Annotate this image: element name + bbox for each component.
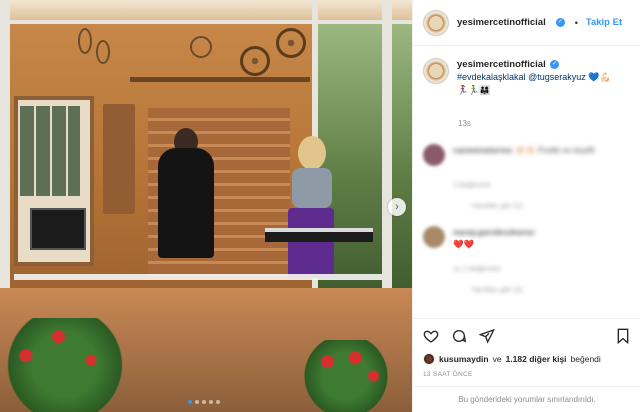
woman-leggings: [288, 208, 334, 278]
caption-text: yesimercetinofficial ✓ #evdekalaşklakal …: [457, 58, 611, 97]
comment: carmenstorres 👏🏻👏🏻 Pratik ve keyifli: [423, 144, 630, 166]
carousel-dot: [216, 400, 220, 404]
comment-text: 👏🏻👏🏻 Pratik ve keyifli: [514, 145, 595, 155]
likes-summary: kusumaydin ve 1.182 diğer kişi beğendi: [423, 353, 631, 365]
woman-head: [298, 136, 326, 170]
wooden-board: [103, 104, 135, 214]
door-glass: [20, 106, 80, 196]
wagon-wheel: [276, 28, 306, 58]
avatar[interactable]: [423, 226, 445, 248]
caption-time: 13s: [458, 119, 471, 128]
wall-shelf: [130, 77, 310, 82]
likes-suffix: beğendi: [570, 354, 601, 364]
avatar[interactable]: [423, 58, 449, 84]
comment: nuray.gorukcuhoroz ❤️❤️: [423, 226, 630, 250]
carousel-dot: [188, 400, 192, 404]
follow-button[interactable]: Takip Et: [586, 17, 622, 28]
racket: [78, 28, 92, 54]
carousel-dot: [209, 400, 213, 404]
comments-restricted-notice: Bu gönderideki yorumlar sınırlandırıldı.: [413, 386, 640, 412]
flower-pot-left: [0, 318, 130, 412]
treadmill: [265, 228, 373, 242]
verified-badge-icon: ✓: [550, 60, 560, 70]
action-icons: [423, 325, 631, 347]
woman-top: [292, 168, 332, 208]
comment-meta[interactable]: 1 beğenme: [453, 180, 630, 189]
header-username[interactable]: yesimercetinofficial: [457, 17, 546, 28]
post-time[interactable]: 13 SAAT ÖNCE: [423, 371, 631, 378]
comment-username[interactable]: carmenstorres: [453, 145, 512, 155]
man-figure: [158, 148, 214, 258]
caption: yesimercetinofficial ✓ #evdekalaşklakal …: [423, 58, 630, 97]
header-separator: •: [574, 17, 578, 28]
racket: [96, 40, 110, 64]
racket: [190, 36, 212, 58]
view-replies-link[interactable]: Yanıtları gör (2): [471, 285, 630, 294]
heart-icon[interactable]: [423, 328, 439, 344]
hashtag-link[interactable]: #evdekalaşklakal: [457, 72, 526, 82]
post-header: yesimercetinofficial ✓ • Takip Et: [413, 0, 640, 46]
avatar[interactable]: [423, 9, 449, 36]
comment-text: ❤️❤️: [453, 239, 475, 249]
share-icon[interactable]: [479, 328, 495, 344]
post-media-video[interactable]: ›: [0, 0, 412, 412]
carousel-next-button[interactable]: ›: [388, 198, 406, 216]
view-replies-link[interactable]: Yanıtları gör (1): [471, 201, 630, 210]
comment-meta[interactable]: 1s 1 beğenme: [453, 264, 630, 273]
monitor: [30, 208, 86, 250]
carousel-dot: [202, 400, 206, 404]
flower-pot-right: [300, 340, 392, 412]
caption-username[interactable]: yesimercetinofficial: [457, 59, 546, 70]
carousel-dot: [195, 400, 199, 404]
carousel-dots: [188, 400, 220, 404]
likes-joiner: ve: [492, 354, 502, 364]
comment-icon[interactable]: [451, 328, 467, 344]
bookmark-icon[interactable]: [615, 328, 631, 344]
frame-top: [0, 20, 412, 24]
likes-count-link[interactable]: 1.182 diğer kişi: [506, 354, 567, 364]
post-sidebar: yesimercetinofficial ✓ • Takip Et yesime…: [412, 0, 640, 412]
mention-link[interactable]: @tugserakyuz: [528, 72, 586, 82]
liker-username[interactable]: kusumaydin: [439, 354, 489, 364]
wagon-wheel: [240, 46, 270, 76]
action-bar: kusumaydin ve 1.182 diğer kişi beğendi 1…: [413, 318, 640, 378]
caption-emoji-line: 🏃‍♀️🏃‍♂️👨‍👩‍👧: [457, 85, 491, 95]
glass-railing: [14, 274, 382, 280]
instagram-post: › yesimercetinofficial ✓ • Takip Et yesi…: [0, 0, 640, 412]
chevron-right-icon: ›: [395, 201, 399, 213]
verified-badge-icon: ✓: [555, 18, 565, 27]
avatar[interactable]: [423, 353, 435, 365]
comments-area: yesimercetinofficial ✓ #evdekalaşklakal …: [413, 46, 640, 318]
avatar[interactable]: [423, 144, 445, 166]
comment-username[interactable]: nuray.gorukcuhoroz: [453, 227, 535, 237]
caption-emoji: 💙💪🏻: [588, 72, 611, 82]
